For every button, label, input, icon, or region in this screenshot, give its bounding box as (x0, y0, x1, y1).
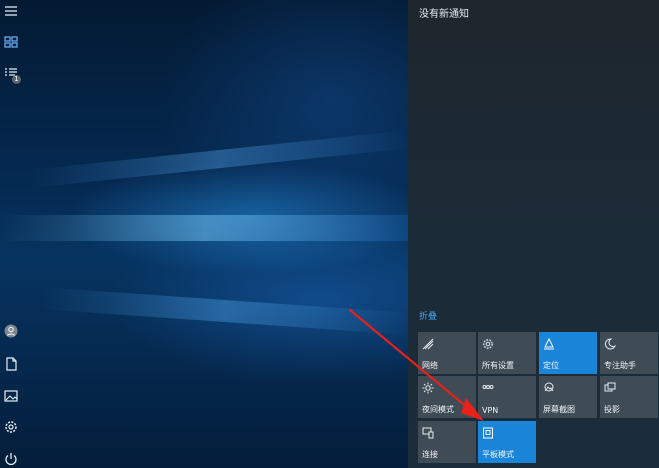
moon-icon (604, 335, 617, 350)
start-side-rail: 1 (0, 0, 22, 468)
tile-label: 屏幕截图 (543, 405, 575, 414)
quick-action-tablet-mode[interactable]: 平板模式 (478, 421, 536, 463)
list-icon[interactable]: 1 (3, 66, 21, 84)
quick-action-screenshot[interactable]: 屏幕截图 (539, 376, 597, 418)
tablet-mode-icon (482, 424, 494, 439)
quick-action-project[interactable]: 投影 (600, 376, 658, 418)
settings-icon[interactable] (3, 419, 19, 435)
tile-label: 所有设置 (482, 361, 514, 370)
tile-label: 网络 (422, 361, 438, 370)
wallpaper-light-beam (0, 215, 408, 241)
location-icon (543, 335, 555, 350)
project-icon (604, 379, 616, 392)
tile-label: 夜间模式 (422, 405, 454, 414)
quick-action-network[interactable]: 网络 (418, 332, 476, 374)
action-center-panel: 没有新通知 折叠 网络 所有设置 定位 专注助手 夜间模式 VPN 屏幕截图 投… (408, 0, 659, 468)
pictures-icon[interactable] (3, 388, 19, 404)
quick-action-night-light[interactable]: 夜间模式 (418, 376, 476, 418)
quick-action-focus-assist[interactable]: 专注助手 (600, 332, 658, 374)
document-icon[interactable] (3, 356, 19, 372)
wallpaper-light-beam (30, 130, 408, 188)
quick-action-location[interactable]: 定位 (539, 332, 597, 374)
vpn-icon (482, 379, 494, 391)
user-avatar-icon[interactable] (3, 323, 19, 339)
tiles-icon[interactable] (3, 34, 19, 50)
wallpaper-light-beam (39, 287, 408, 335)
network-icon (422, 335, 434, 350)
desktop-wallpaper (0, 0, 408, 468)
tile-label: 定位 (543, 361, 559, 370)
quick-action-vpn[interactable]: VPN (478, 376, 536, 418)
tile-label: 连接 (422, 450, 438, 459)
tile-label: 投影 (604, 405, 620, 414)
settings-icon (482, 335, 494, 349)
tile-label: VPN (482, 406, 499, 415)
tile-label: 专注助手 (604, 361, 636, 370)
notifications-header: 没有新通知 (419, 9, 469, 20)
collapse-link[interactable]: 折叠 (419, 309, 437, 322)
connect-icon (422, 424, 434, 439)
list-badge: 1 (12, 75, 21, 84)
quick-action-connect[interactable]: 连接 (418, 421, 476, 463)
screenshot-icon (543, 379, 555, 392)
power-icon[interactable] (3, 451, 19, 467)
brightness-icon (422, 379, 434, 394)
hamburger-menu-icon[interactable] (3, 3, 19, 19)
quick-action-all-settings[interactable]: 所有设置 (478, 332, 536, 374)
tile-label: 平板模式 (482, 450, 514, 459)
